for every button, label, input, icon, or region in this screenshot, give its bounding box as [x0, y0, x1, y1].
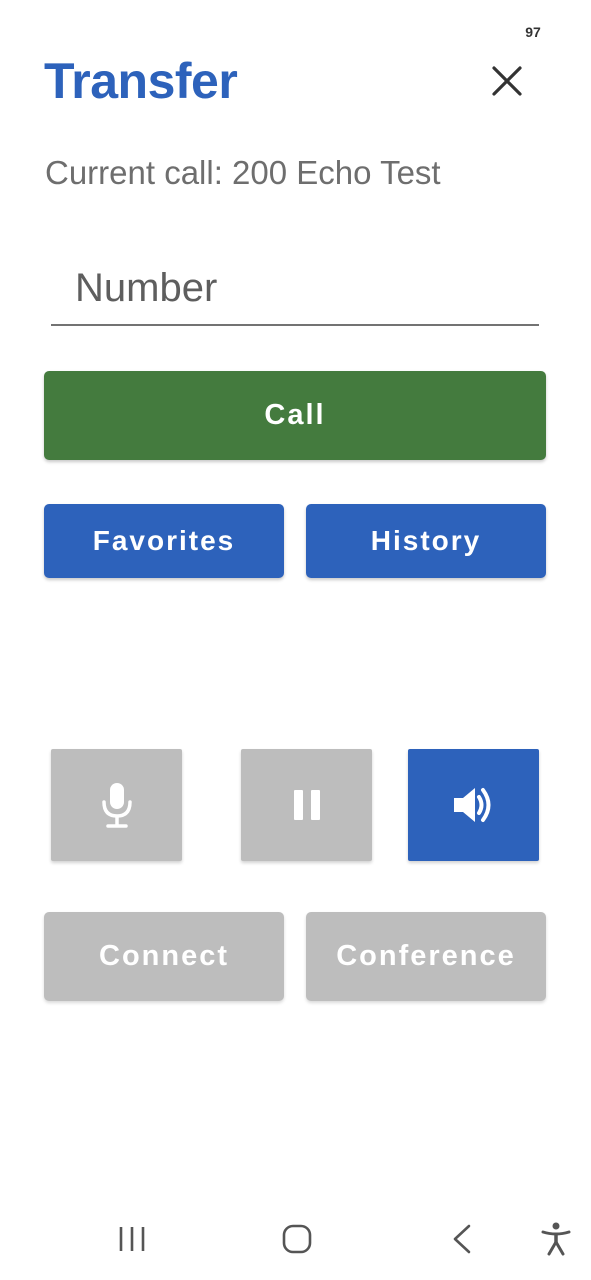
recent-apps-icon — [119, 1227, 145, 1251]
microphone-icon — [101, 783, 132, 828]
pause-icon — [293, 790, 320, 820]
close-icon — [492, 66, 522, 96]
favorites-button[interactable]: Favorites — [44, 504, 284, 578]
number-input[interactable] — [51, 252, 539, 326]
battery-level: 97 — [525, 24, 541, 40]
call-button[interactable]: Call — [44, 371, 546, 460]
home-button[interactable] — [273, 1215, 321, 1263]
back-icon — [453, 1224, 471, 1254]
back-button[interactable] — [438, 1215, 486, 1263]
conference-button[interactable]: Conference — [306, 912, 546, 1001]
recent-apps-button[interactable] — [108, 1215, 156, 1263]
current-call-label: Current call: 200 Echo Test — [45, 154, 441, 191]
history-button[interactable]: History — [306, 504, 546, 578]
connect-button[interactable]: Connect — [44, 912, 284, 1001]
speaker-button[interactable] — [408, 749, 539, 861]
mute-button[interactable] — [51, 749, 182, 861]
accessibility-button[interactable] — [533, 1215, 579, 1263]
hold-button[interactable] — [241, 749, 372, 861]
accessibility-icon — [541, 1222, 571, 1256]
close-button[interactable] — [486, 60, 528, 102]
page-title: Transfer — [44, 53, 238, 109]
home-icon — [282, 1224, 312, 1254]
speaker-icon — [453, 788, 490, 822]
